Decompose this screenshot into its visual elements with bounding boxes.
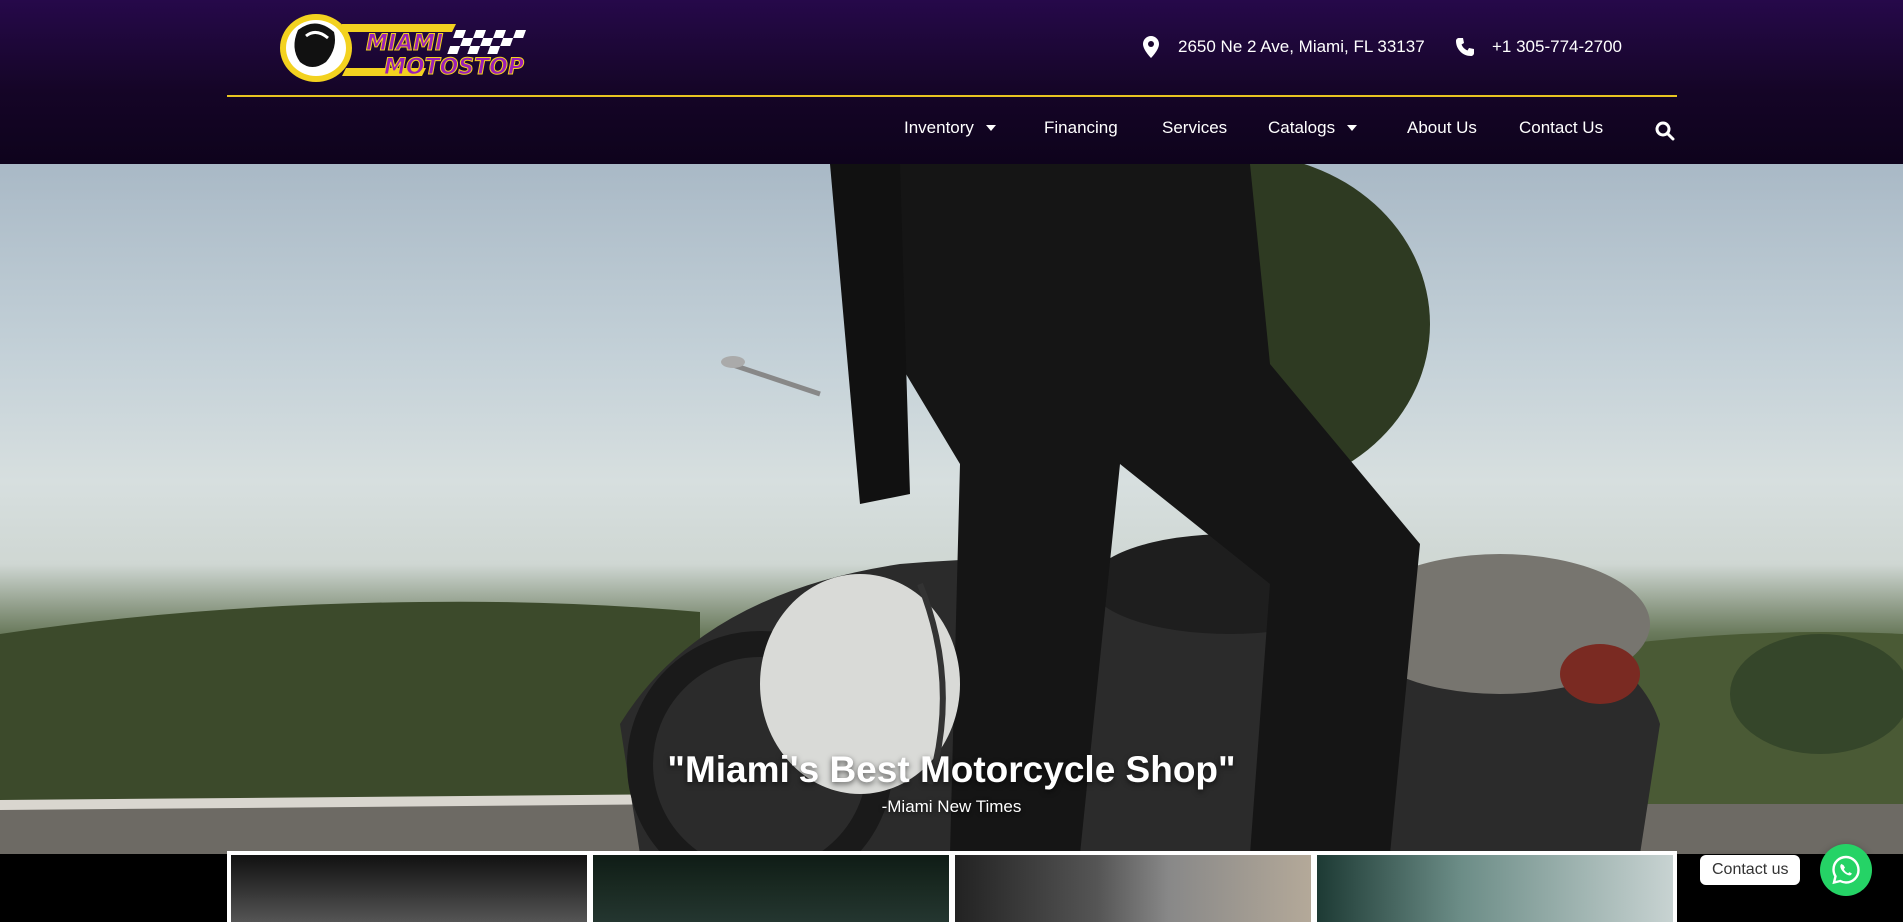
nav-item-about-us[interactable]: About Us [1407,118,1477,138]
hero-attribution: -Miami New Times [881,797,1022,816]
search-icon[interactable] [1655,121,1675,141]
nav-item-inventory[interactable]: Inventory [904,118,996,138]
nav-item-services[interactable]: Services [1162,118,1227,138]
feature-card-service[interactable] [593,855,949,922]
nav-label-contact-us: Contact Us [1519,118,1604,137]
nav-label-services: Services [1162,118,1228,137]
map-marker-icon [1140,36,1162,58]
header-inner: MIAMI MOTOSTOP 2650 Ne 2 Ave, Miami, FL … [227,0,1677,164]
address-text: 2650 Ne 2 Ave, Miami, FL 33137 [1178,37,1425,56]
site-header: MIAMI MOTOSTOP 2650 Ne 2 Ave, Miami, FL … [0,0,1903,164]
contact-us-tooltip[interactable]: Contact us [1700,855,1801,885]
nav-label-about-us: About Us [1407,118,1477,137]
nav-label-financing: Financing [1044,118,1118,137]
feature-card-showroom[interactable] [231,855,587,922]
nav-item-contact-us[interactable]: Contact Us [1519,118,1603,138]
miami-motostop-logo[interactable]: MIAMI MOTOSTOP [276,10,542,86]
phone-text: +1 305-774-2700 [1492,37,1622,56]
svg-text:MIAMI: MIAMI [366,31,443,56]
hero-quote: "Miami's Best Motorcycle Shop" [667,749,1236,790]
caret-down-icon [1347,125,1358,131]
whatsapp-icon [1832,855,1860,885]
header-phone[interactable]: +1 305-774-2700 [1454,36,1622,58]
nav-item-catalogs[interactable]: Catalogs [1268,118,1358,138]
caret-down-icon [985,125,996,131]
nav-item-financing[interactable]: Financing [1044,118,1118,138]
feature-card-motorcycle[interactable] [955,855,1311,922]
hero-banner: "Miami's Best Motorcycle Shop" -Miami Ne… [0,164,1903,854]
contact-us-label: Contact us [1712,861,1789,878]
nav-label-inventory: Inventory [904,118,974,137]
header-address[interactable]: 2650 Ne 2 Ave, Miami, FL 33137 [1140,36,1425,58]
whatsapp-button[interactable] [1820,844,1872,896]
main-nav: Inventory Financing Services Catalogs Ab… [227,118,1677,144]
header-divider [227,95,1677,97]
nav-label-catalogs: Catalogs [1268,118,1336,137]
feature-card-financing[interactable] [1317,855,1673,922]
phone-icon [1454,36,1476,58]
feature-cards [227,851,1677,922]
svg-text:MOTOSTOP: MOTOSTOP [384,55,524,80]
